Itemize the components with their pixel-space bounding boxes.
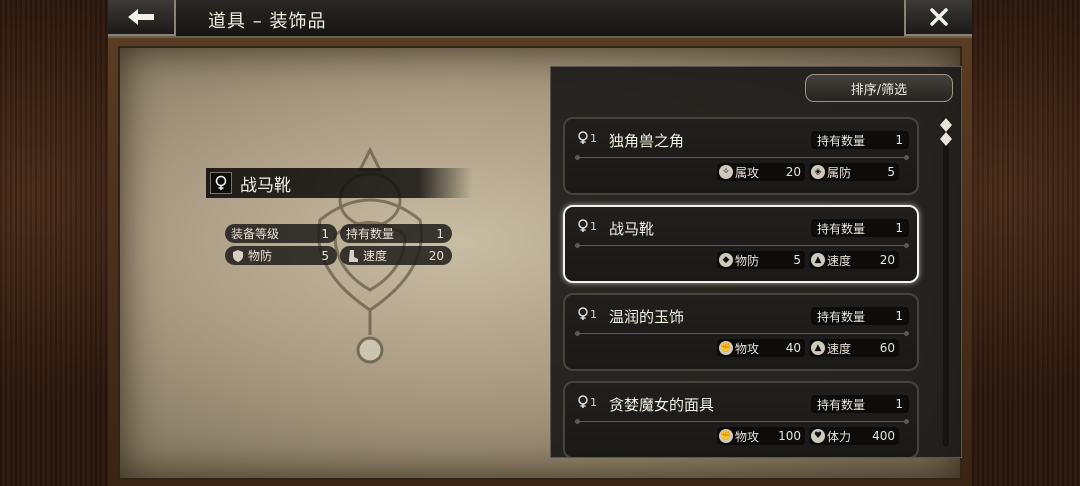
stat-value: 5 xyxy=(321,248,329,263)
item-name: 战马靴 xyxy=(609,220,655,238)
quality-badge: 1 xyxy=(577,307,597,321)
owned-count: 持有数量 1 xyxy=(811,219,909,237)
stat-label: 持有数量 xyxy=(346,227,395,241)
item-stat: ◈ 属防 5 xyxy=(809,163,899,181)
stat-label: 速度 xyxy=(363,249,388,263)
quality-badge: 1 xyxy=(577,395,597,409)
owned-count: 持有数量 1 xyxy=(811,307,909,325)
scrollbar-thumb[interactable] xyxy=(938,117,954,147)
detail-stat-speed: 速度 20 xyxy=(340,246,452,265)
detail-stat-owned: 持有数量 1 xyxy=(340,224,452,243)
item-list-panel: 排序/筛选 1 独角兽之角 持有数量 1 ✧ 属攻 20 ◈ 属防 5 1 战马… xyxy=(550,66,962,458)
close-button[interactable] xyxy=(904,0,972,36)
divider xyxy=(575,243,909,248)
divider xyxy=(575,419,909,424)
accessory-slot-icon xyxy=(578,219,588,232)
item-name: 独角兽之角 xyxy=(609,132,685,150)
scroll-handle-icon xyxy=(940,118,952,146)
magic-attack-icon: ✧ xyxy=(719,165,733,179)
page-title: 道具 – 装饰品 xyxy=(208,11,327,32)
heart-icon: ♥ xyxy=(811,429,825,443)
boot-icon: ▲ xyxy=(811,341,825,355)
owned-count: 持有数量 1 xyxy=(811,395,909,413)
shield-icon: ◆ xyxy=(719,253,733,267)
item-stat: ✊ 物攻 40 xyxy=(717,339,805,357)
item-stat: ✊ 物攻 100 xyxy=(717,427,805,445)
left-wood-border xyxy=(0,0,108,486)
list-item[interactable]: 1 独角兽之角 持有数量 1 ✧ 属攻 20 ◈ 属防 5 xyxy=(563,117,919,195)
divider xyxy=(575,331,909,336)
accessory-slot-icon xyxy=(210,172,232,194)
stat-label: 物防 xyxy=(248,249,273,263)
shield-icon xyxy=(233,249,243,262)
detail-item-name: 战马靴 xyxy=(240,175,291,196)
detail-name-bar: 战马靴 xyxy=(206,168,472,198)
owned-count: 持有数量 1 xyxy=(811,131,909,149)
fist-icon: ✊ xyxy=(719,429,733,443)
stat-value: 20 xyxy=(428,248,444,263)
divider xyxy=(575,155,909,160)
right-wood-border xyxy=(972,0,1080,486)
accessory-slot-icon xyxy=(578,131,588,144)
item-stat: ▲ 速度 60 xyxy=(809,339,899,357)
item-stat: ▲ 速度 20 xyxy=(809,251,899,269)
detail-stat-equip-level: 装备等级 1 xyxy=(225,224,337,243)
magic-defense-icon: ◈ xyxy=(811,165,825,179)
fist-icon: ✊ xyxy=(719,341,733,355)
close-icon xyxy=(930,8,948,26)
list-item[interactable]: 1 温润的玉饰 持有数量 1 ✊ 物攻 40 ▲ 速度 60 xyxy=(563,293,919,371)
scrollbar-track[interactable] xyxy=(943,117,949,447)
list-item[interactable]: 1 贪婪魔女的面具 持有数量 1 ✊ 物攻 100 ♥ 体力 400 xyxy=(563,381,919,457)
back-button[interactable] xyxy=(108,0,176,36)
item-stat: ✧ 属攻 20 xyxy=(717,163,805,181)
stat-label: 装备等级 xyxy=(231,227,280,241)
item-stat: ◆ 物防 5 xyxy=(717,251,805,269)
sort-filter-button[interactable]: 排序/筛选 xyxy=(805,74,953,102)
boot-icon xyxy=(349,249,358,262)
quality-badge: 1 xyxy=(577,131,597,145)
item-stat: ♥ 体力 400 xyxy=(809,427,899,445)
accessory-slot-icon xyxy=(578,307,588,320)
item-name: 贪婪魔女的面具 xyxy=(609,396,715,414)
arrow-left-icon xyxy=(128,9,154,25)
quality-badge: 1 xyxy=(577,219,597,233)
detail-stat-pdef: 物防 5 xyxy=(225,246,337,265)
main-frame: 战马靴 装备等级 1 持有数量 1 物防 5 速度 20 排序/筛选 1 独角兽… xyxy=(108,38,972,486)
accessory-slot-icon xyxy=(578,395,588,408)
item-name: 温润的玉饰 xyxy=(609,308,685,326)
boot-icon: ▲ xyxy=(811,253,825,267)
parchment-background: 战马靴 装备等级 1 持有数量 1 物防 5 速度 20 排序/筛选 1 独角兽… xyxy=(118,46,962,480)
stat-value: 1 xyxy=(436,226,444,241)
list-item-selected[interactable]: 1 战马靴 持有数量 1 ◆ 物防 5 ▲ 速度 20 xyxy=(563,205,919,283)
stat-value: 1 xyxy=(321,226,329,241)
top-bar: 道具 – 装饰品 xyxy=(108,0,972,38)
